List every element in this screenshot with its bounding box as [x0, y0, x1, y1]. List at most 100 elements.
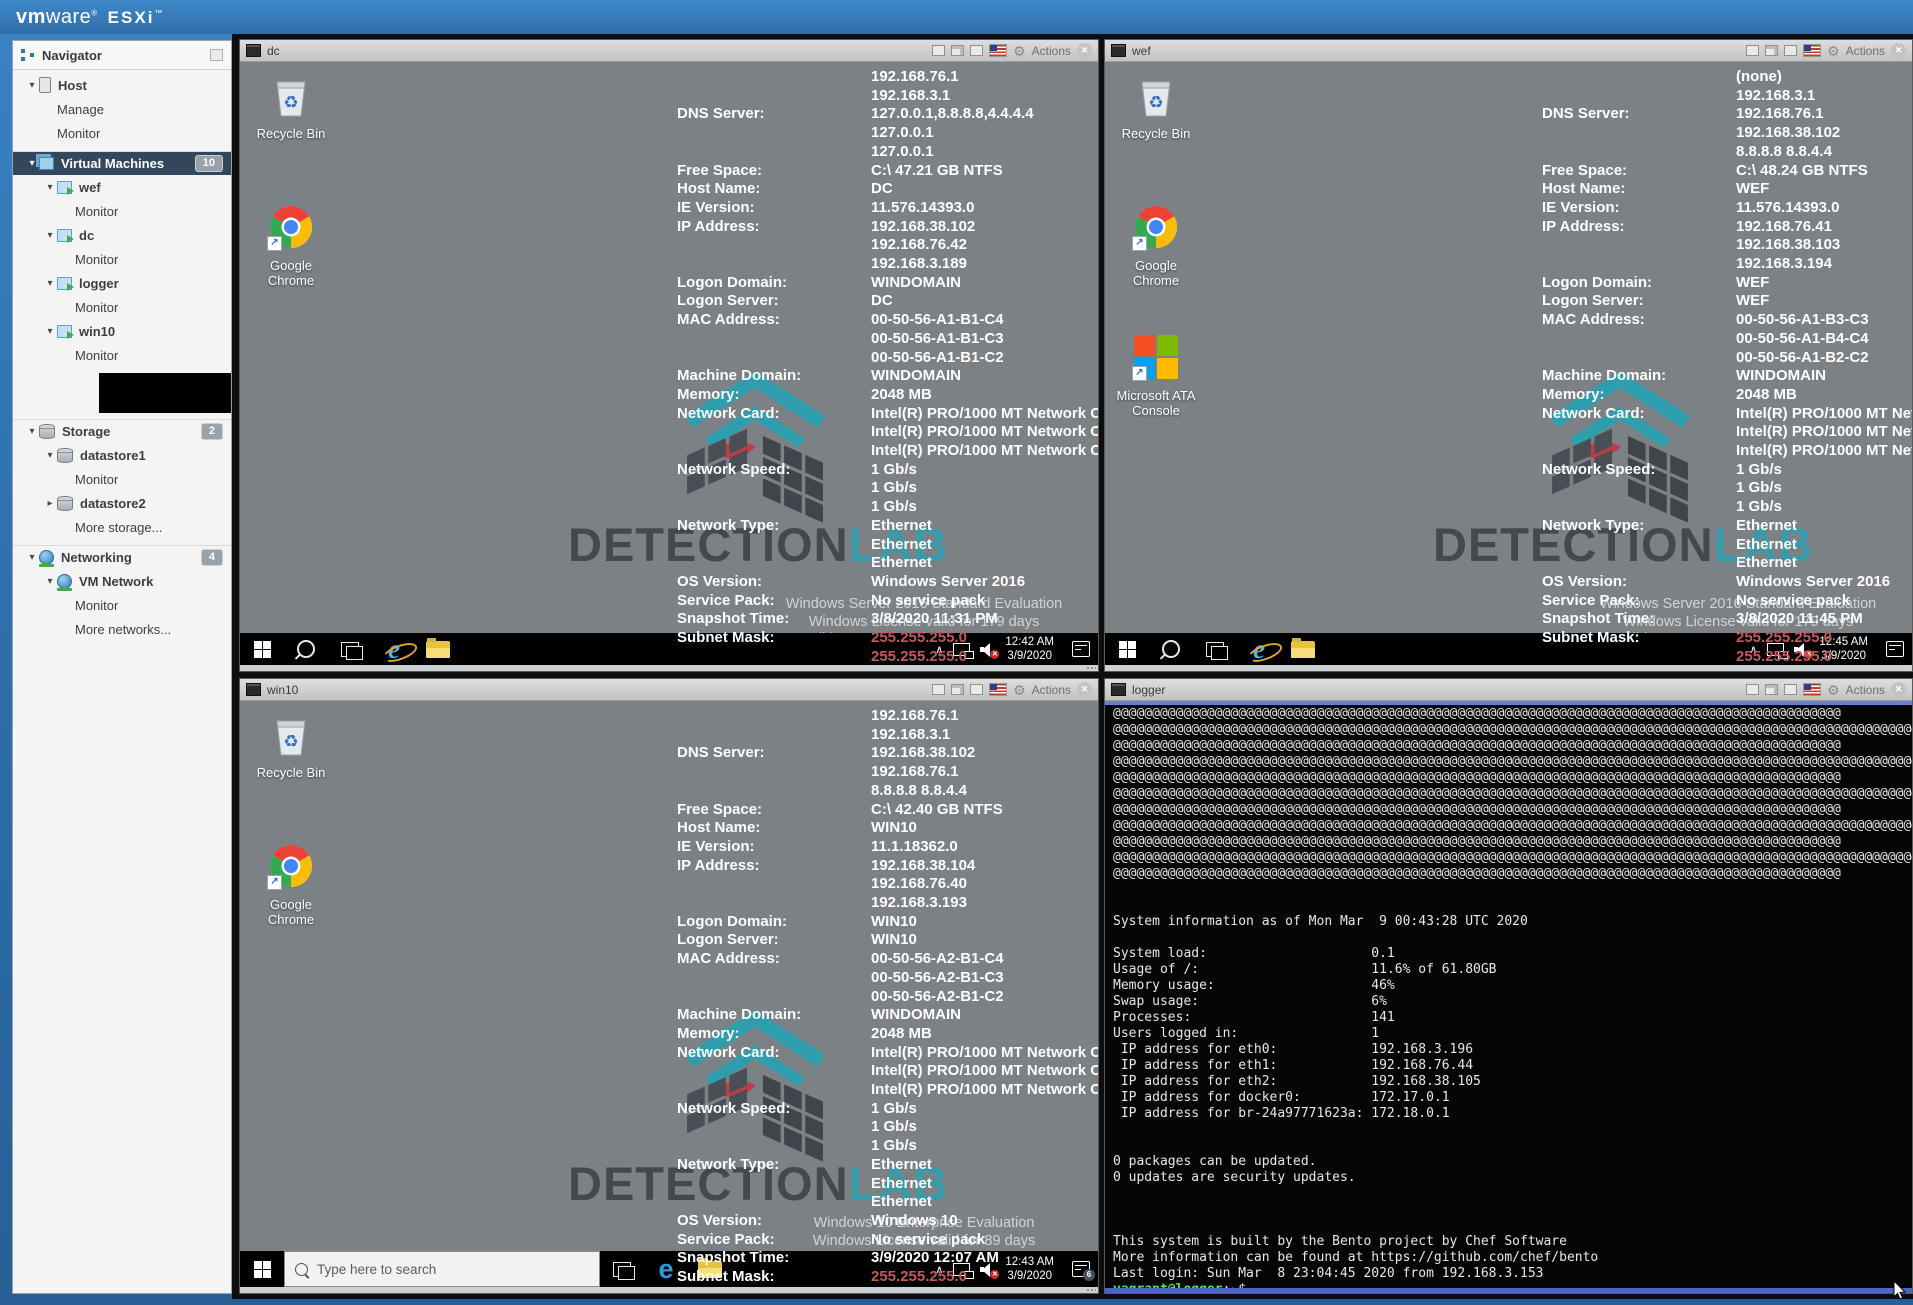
bginfo-row: Snapshot Time: 3/9/2020 12:07 AM — [677, 1249, 1098, 1268]
vm-desktop-win10[interactable]: DETECTIONLAB♻Recycle Bin↗Google Chrome19… — [240, 701, 1098, 1287]
sidebar-item-host[interactable]: ▾Host — [13, 73, 231, 97]
sidebar-item-win10[interactable]: ▾win10 — [13, 319, 231, 343]
close-icon[interactable]: ✕ — [1077, 682, 1092, 697]
restore-icon[interactable] — [932, 684, 945, 695]
resize-grip[interactable] — [1086, 1288, 1096, 1292]
vm-desktop-dc[interactable]: DETECTIONLAB♻Recycle Bin↗Google Chrome19… — [240, 62, 1098, 665]
sidebar-item-networking[interactable]: ▾Networking4 — [13, 545, 231, 569]
sidebar-item-wef[interactable]: ▾wef — [13, 175, 231, 199]
sidebar-item-monitor[interactable]: Monitor — [13, 247, 231, 271]
caret-down-icon[interactable]: ▾ — [25, 158, 39, 169]
desktop-icon-chrome[interactable]: ↗Google Chrome — [248, 204, 334, 288]
bginfo-values: 3/9/2020 12:07 AM — [871, 1249, 1098, 1268]
maximize-icon[interactable] — [1784, 684, 1797, 695]
sidebar-item-monitor[interactable]: Monitor — [13, 199, 231, 223]
caret-down-icon[interactable]: ▾ — [25, 80, 39, 91]
desktop-icon-chrome[interactable]: ↗Google Chrome — [1113, 204, 1199, 288]
resize-grip[interactable] — [1086, 666, 1096, 670]
restore-icon[interactable] — [1746, 45, 1759, 56]
panel-expand-icon[interactable] — [210, 49, 223, 61]
window-bottom-chrome — [240, 664, 1098, 671]
sidebar-item-logger[interactable]: ▾logger — [13, 271, 231, 295]
sidebar-item-monitor[interactable]: Monitor — [13, 593, 231, 617]
search-button[interactable] — [284, 633, 328, 665]
caret-down-icon[interactable]: ▾ — [43, 576, 57, 587]
actions-gear-icon[interactable]: ⚙ — [1013, 683, 1026, 697]
caret-down-icon[interactable]: ▾ — [43, 326, 57, 337]
maximize-icon[interactable] — [1784, 45, 1797, 56]
file-explorer-button[interactable] — [1281, 633, 1325, 665]
sidebar-item-monitor[interactable]: Monitor — [13, 343, 231, 367]
popout-icon[interactable] — [1765, 684, 1778, 695]
internet-explorer-button[interactable]: e — [1237, 633, 1281, 665]
actions-button[interactable]: Actions — [1032, 44, 1071, 58]
sidebar-item-more-storage-[interactable]: More storage... — [13, 515, 231, 539]
caret-down-icon[interactable]: ▾ — [43, 182, 57, 193]
actions-gear-icon[interactable]: ⚙ — [1827, 683, 1840, 697]
actions-button[interactable]: Actions — [1846, 683, 1885, 697]
desktop-icon-recycle[interactable]: ♻Recycle Bin — [1113, 72, 1199, 141]
close-icon[interactable]: ✕ — [1891, 682, 1906, 697]
caret-down-icon[interactable]: ▾ — [43, 450, 57, 461]
popout-icon[interactable] — [951, 45, 964, 56]
search-button[interactable] — [1149, 633, 1193, 665]
task-view-button[interactable] — [1193, 633, 1237, 665]
sidebar-item-vm-network[interactable]: ▾VM Network — [13, 569, 231, 593]
sidebar-item-datastore2[interactable]: ▸datastore2 — [13, 491, 231, 515]
task-view-button[interactable] — [600, 1251, 644, 1287]
desktop-icon-chrome[interactable]: ↗Google Chrome — [248, 843, 334, 927]
desktop-icon-recycle[interactable]: ♻Recycle Bin — [248, 711, 334, 780]
actions-gear-icon[interactable]: ⚙ — [1827, 44, 1840, 58]
start-button[interactable] — [240, 1251, 284, 1287]
keyboard-layout-flag-icon[interactable] — [1803, 44, 1821, 57]
caret-down-icon[interactable]: ▾ — [25, 552, 39, 563]
desktop-icon-recycle[interactable]: ♻Recycle Bin — [248, 72, 334, 141]
sidebar-item-monitor[interactable]: Monitor — [13, 467, 231, 491]
vm-desktop-wef[interactable]: DETECTIONLAB♻Recycle Bin↗Google Chrome↗M… — [1105, 62, 1912, 665]
maximize-icon[interactable] — [970, 684, 983, 695]
keyboard-layout-flag-icon[interactable] — [1803, 683, 1821, 696]
window-titlebar[interactable]: logger ⚙ Actions ✕ — [1105, 679, 1912, 701]
sidebar-item-manage[interactable]: Manage — [13, 97, 231, 121]
sidebar-item-virtual-machines[interactable]: ▾Virtual Machines10 — [13, 151, 231, 175]
caret-down-icon[interactable]: ▾ — [43, 230, 57, 241]
close-icon[interactable]: ✕ — [1077, 43, 1092, 58]
keyboard-layout-flag-icon[interactable] — [989, 683, 1007, 696]
vm-terminal-logger[interactable]: @@@@@@@@@@@@@@@@@@@@@@@@@@@@@@@@@@@@@@@@… — [1105, 701, 1912, 1293]
bginfo-label: Memory: — [677, 386, 740, 405]
close-icon[interactable]: ✕ — [1891, 43, 1906, 58]
taskbar-search-input[interactable]: Type here to search — [284, 1251, 600, 1287]
shortcut-arrow-icon: ↗ — [267, 236, 282, 251]
window-titlebar[interactable]: dc ⚙ Actions ✕ — [240, 40, 1098, 62]
sidebar-item-monitor[interactable]: Monitor — [13, 295, 231, 319]
task-view-button[interactable] — [328, 633, 372, 665]
start-button[interactable] — [240, 633, 284, 665]
desktop-icon-ata[interactable]: ↗Microsoft ATA Console — [1113, 334, 1199, 418]
restore-icon[interactable] — [1746, 684, 1759, 695]
window-titlebar[interactable]: wef ⚙ Actions ✕ — [1105, 40, 1912, 62]
keyboard-layout-flag-icon[interactable] — [989, 44, 1007, 57]
sidebar-item-storage[interactable]: ▾Storage2 — [13, 419, 231, 443]
start-button[interactable] — [1105, 633, 1149, 665]
bginfo-values: WINDOMAIN — [871, 274, 1098, 293]
console-thumbnail-icon — [1111, 683, 1126, 696]
caret-right-icon[interactable]: ▸ — [43, 498, 57, 509]
restore-icon[interactable] — [932, 45, 945, 56]
actions-gear-icon[interactable]: ⚙ — [1013, 44, 1026, 58]
sidebar-item-label: Monitor — [75, 598, 118, 613]
actions-button[interactable]: Actions — [1846, 44, 1885, 58]
sidebar-item-more-networks-[interactable]: More networks... — [13, 617, 231, 641]
window-titlebar[interactable]: win10 ⚙ Actions ✕ — [240, 679, 1098, 701]
internet-explorer-button[interactable]: e — [372, 633, 416, 665]
sidebar-item-monitor[interactable]: Monitor — [13, 121, 231, 145]
popout-icon[interactable] — [1765, 45, 1778, 56]
bginfo-label: Snapshot Time: — [677, 1249, 789, 1268]
maximize-icon[interactable] — [970, 45, 983, 56]
sidebar-item-datastore1[interactable]: ▾datastore1 — [13, 443, 231, 467]
actions-button[interactable]: Actions — [1032, 683, 1071, 697]
popout-icon[interactable] — [951, 684, 964, 695]
caret-down-icon[interactable]: ▾ — [43, 278, 57, 289]
file-explorer-button[interactable] — [416, 633, 460, 665]
sidebar-item-dc[interactable]: ▾dc — [13, 223, 231, 247]
caret-down-icon[interactable]: ▾ — [25, 426, 39, 437]
